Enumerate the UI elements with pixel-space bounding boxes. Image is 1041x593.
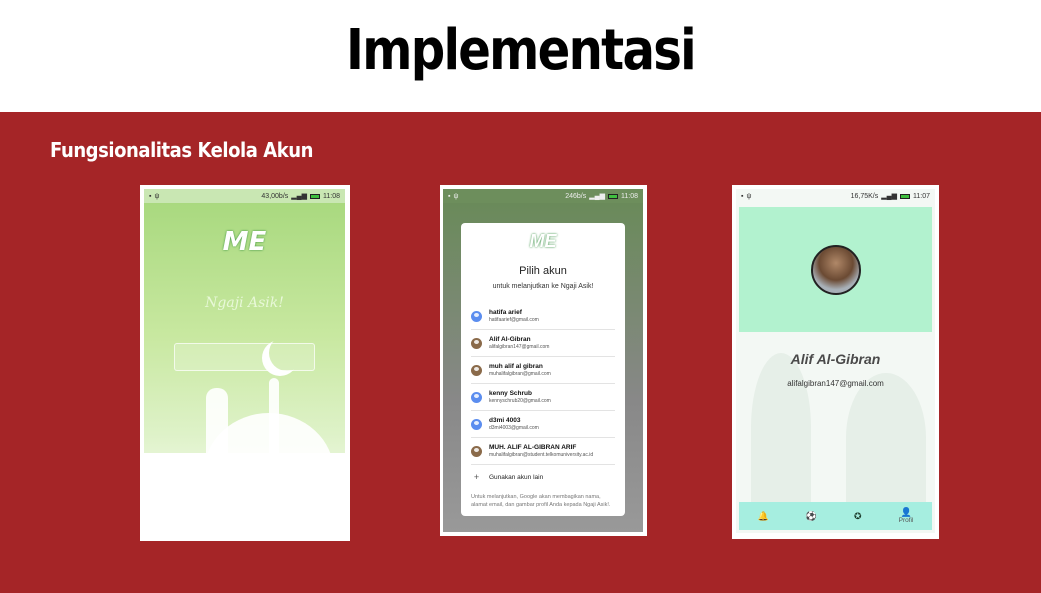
status-bar: ▪ ψ 43,00b/s ▂▄▆ 11:08 <box>144 189 345 203</box>
account-email: muhalifalgibran@gmail.com <box>489 370 551 377</box>
usb-icon: ψ <box>746 192 752 200</box>
app-name: Ngaji Asik! <box>205 295 284 311</box>
avatar <box>471 364 482 376</box>
network-speed: 16,75K/s <box>850 192 879 200</box>
screenshot-frame-account-chooser: ▪ ψ 246b/s ▂▄▆ 11:08 ME Pilih akun untuk me… <box>440 185 647 536</box>
account-email: hatifaarief@gmail.com <box>489 316 539 323</box>
account-item[interactable]: Alif Al-Gibran alifalgibran147@gmail.com <box>471 330 615 357</box>
soccer-icon: ⚽ <box>805 510 817 521</box>
slide-title: Implementasi <box>346 18 697 83</box>
image-icon: ▪ <box>448 192 451 200</box>
mosque-watermark <box>846 373 926 503</box>
account-email: d3mi4003@gmail.com <box>489 424 539 431</box>
account-item[interactable]: kenny Schrub kennyschrub20@gmail.com <box>471 384 615 411</box>
dimmed-background: ME Pilih akun untuk melanjutkan ke Ngaji… <box>443 203 643 532</box>
avatar <box>471 418 482 430</box>
dialog-logo: ME <box>529 231 557 251</box>
avatar <box>471 310 482 322</box>
account-chooser-dialog: ME Pilih akun untuk melanjutkan ke Ngaji… <box>461 223 625 516</box>
avatar <box>471 337 482 349</box>
account-name: muh alif al gibran <box>489 363 543 371</box>
avatar <box>471 391 482 403</box>
crescent-moon-icon <box>269 335 305 371</box>
network-speed: 43,00b/s <box>261 192 289 200</box>
profile-picture <box>810 245 861 295</box>
nav-item-profile[interactable]: 👤 Profil <box>898 507 914 525</box>
use-other-account-button[interactable]: + Gunakan akun lain <box>471 465 615 489</box>
account-name: Alif Al-Gibran <box>489 336 531 344</box>
battery-icon <box>608 193 618 199</box>
dialog-footer-note: Untuk melanjutkan, Google akan membagika… <box>471 494 611 509</box>
screenshot-frame-splash: ▪ ψ 43,00b/s ▂▄▆ 11:08 ME Ngaji Asik! <box>140 185 350 541</box>
slide-subtitle: Fungsionalitas Kelola Akun <box>50 138 313 162</box>
logo-mark: ME <box>222 227 267 257</box>
signal-icon: ▂▄▆ <box>881 193 897 200</box>
account-list: hatifa arief hatifaarief@gmail.com Alif A… <box>471 303 615 489</box>
phone-screen-profile: ▪ ψ 16,75K/s ▂▄▆ 11:07 Alif Al-Gibran alifa… <box>736 189 935 533</box>
nav-item-explore[interactable]: ⚽ <box>805 510 817 521</box>
account-name: hatifa arief <box>489 309 522 317</box>
profile-header <box>739 207 932 332</box>
splash-background: ME Ngaji Asik! <box>144 203 345 533</box>
image-icon: ▪ <box>741 192 744 200</box>
status-bar: ▪ ψ 16,75K/s ▂▄▆ 11:07 <box>736 189 935 203</box>
usb-icon: ψ <box>154 192 160 200</box>
battery-icon <box>310 193 320 199</box>
account-name: MUH. ALIF AL-GIBRAN ARIF <box>489 444 577 452</box>
dialog-title: Pilih akun <box>519 265 567 277</box>
profile-email: alifalgibran147@gmail.com <box>787 379 884 388</box>
slide-header: Implementasi <box>0 0 1041 112</box>
account-email: kennyschrub20@gmail.com <box>489 397 551 404</box>
account-name: kenny Schrub <box>489 390 532 398</box>
avatar <box>471 445 482 457</box>
network-speed: 246b/s <box>565 192 587 200</box>
usb-icon: ψ <box>453 192 459 200</box>
star-icon: ✪ <box>854 510 862 521</box>
nav-label-profile: Profil <box>898 517 914 524</box>
signal-icon: ▂▄▆ <box>291 193 307 200</box>
nav-item-notifications[interactable]: 🔔 <box>757 510 769 521</box>
status-time: 11:07 <box>913 192 930 200</box>
use-other-account-label: Gunakan akun lain <box>489 473 544 481</box>
account-item[interactable]: hatifa arief hatifaarief@gmail.com <box>471 303 615 330</box>
add-person-icon: + <box>473 472 480 482</box>
bottom-navigation: 🔔 ⚽ ✪ 👤 Profil <box>739 502 932 530</box>
account-item[interactable]: muh alif al gibran muhalifalgibran@gmail.… <box>471 357 615 384</box>
account-email: muhalifalgibran@student.telkomuniversity… <box>489 451 594 458</box>
phone-screen-account-chooser: ▪ ψ 246b/s ▂▄▆ 11:08 ME Pilih akun untuk me… <box>443 189 643 532</box>
signal-icon: ▂▄▆ <box>589 193 605 200</box>
profile-name: Alif Al-Gibran <box>790 351 881 367</box>
bell-icon: 🔔 <box>757 510 769 521</box>
account-name: d3mi 4003 <box>489 417 521 425</box>
phone-screen-splash: ▪ ψ 43,00b/s ▂▄▆ 11:08 ME Ngaji Asik! <box>144 189 345 533</box>
status-bar: ▪ ψ 246b/s ▂▄▆ 11:08 <box>443 189 643 203</box>
screenshot-frame-profile: ▪ ψ 16,75K/s ▂▄▆ 11:07 Alif Al-Gibran alifa… <box>732 185 939 539</box>
mosque-base <box>144 453 345 533</box>
account-item[interactable]: d3mi 4003 d3mi4003@gmail.com <box>471 411 615 438</box>
status-time: 11:08 <box>621 192 638 200</box>
mosque-watermark <box>751 353 811 503</box>
battery-icon <box>900 193 910 199</box>
person-icon: 👤 <box>900 507 912 517</box>
account-email: alifalgibran147@gmail.com <box>489 343 550 350</box>
app-logo: ME <box>223 229 267 255</box>
nav-item-favorites[interactable]: ✪ <box>854 510 862 521</box>
image-icon: ▪ <box>149 192 152 200</box>
dialog-subtitle: untuk melanjutkan ke Ngaji Asik! <box>492 283 594 290</box>
account-item[interactable]: MUH. ALIF AL-GIBRAN ARIF muhalifalgibran@… <box>471 438 615 465</box>
status-time: 11:08 <box>323 192 340 200</box>
